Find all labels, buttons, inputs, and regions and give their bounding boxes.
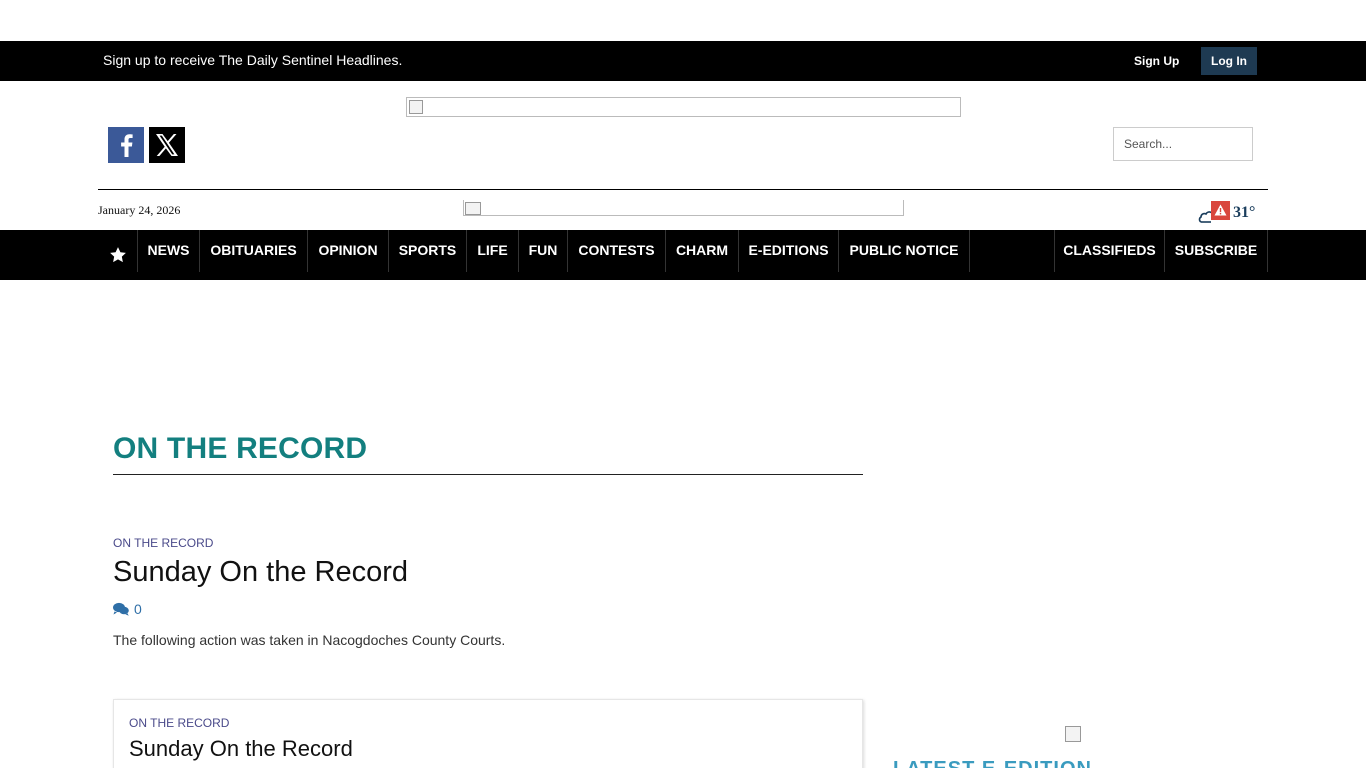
article-kicker[interactable]: ON THE RECORD <box>129 716 229 730</box>
facebook-icon[interactable] <box>108 127 144 163</box>
nav-news[interactable]: NEWS <box>137 230 200 272</box>
header-ad-image[interactable] <box>463 200 904 216</box>
comment-count-link[interactable]: 0 <box>113 601 142 617</box>
header-divider <box>98 189 1268 190</box>
nav-subscribe[interactable]: SUBSCRIBE <box>1165 230 1268 272</box>
e-edition-cover-image[interactable] <box>1065 726 1081 742</box>
current-date: January 24, 2026 <box>98 203 181 217</box>
weather-temperature: 31° <box>1233 204 1256 221</box>
section-divider <box>113 474 863 475</box>
article-card[interactable]: ON THE RECORD Sunday On the Record <box>113 699 863 768</box>
comment-count: 0 <box>134 601 142 617</box>
signup-message: Sign up to receive The Daily Sentinel He… <box>103 52 403 68</box>
nav-public-notice[interactable]: PUBLIC NOTICE <box>839 230 970 272</box>
main-nav: NEWS OBITUARIES OPINION SPORTS LIFE FUN … <box>0 230 1366 280</box>
sign-up-button[interactable]: Sign Up <box>1124 47 1189 75</box>
article-headline[interactable]: Sunday On the Record <box>113 556 408 589</box>
article-headline[interactable]: Sunday On the Record <box>129 736 353 762</box>
nav-e-editions[interactable]: E-EDITIONS <box>739 230 839 272</box>
masthead-banner-image[interactable] <box>406 97 961 117</box>
article-summary: The following action was taken in Nacogd… <box>113 632 506 648</box>
nav-sports[interactable]: SPORTS <box>389 230 467 272</box>
nav-contests[interactable]: CONTESTS <box>568 230 666 272</box>
weather-alert-icon <box>1198 201 1230 223</box>
section-title: ON THE RECORD <box>113 432 368 465</box>
broken-image-icon <box>465 202 481 215</box>
nav-opinion[interactable]: OPINION <box>308 230 389 272</box>
sidebar-heading: LATEST E-EDITION <box>893 758 1092 768</box>
signup-bar: Sign up to receive The Daily Sentinel He… <box>0 41 1366 81</box>
nav-obituaries[interactable]: OBITUARIES <box>200 230 308 272</box>
home-star-icon[interactable] <box>98 230 137 280</box>
nav-life[interactable]: LIFE <box>467 230 519 272</box>
x-twitter-icon[interactable] <box>149 127 185 163</box>
broken-image-icon <box>409 100 423 114</box>
article-kicker[interactable]: ON THE RECORD <box>113 536 213 550</box>
weather-widget[interactable]: 31° <box>1198 200 1268 226</box>
comments-icon <box>113 602 129 616</box>
nav-charm[interactable]: CHARM <box>666 230 739 272</box>
nav-classifieds[interactable]: CLASSIFIEDS <box>1054 230 1165 272</box>
log-in-button[interactable]: Log In <box>1201 47 1257 75</box>
nav-fun[interactable]: FUN <box>519 230 568 272</box>
search-input[interactable] <box>1113 127 1253 161</box>
